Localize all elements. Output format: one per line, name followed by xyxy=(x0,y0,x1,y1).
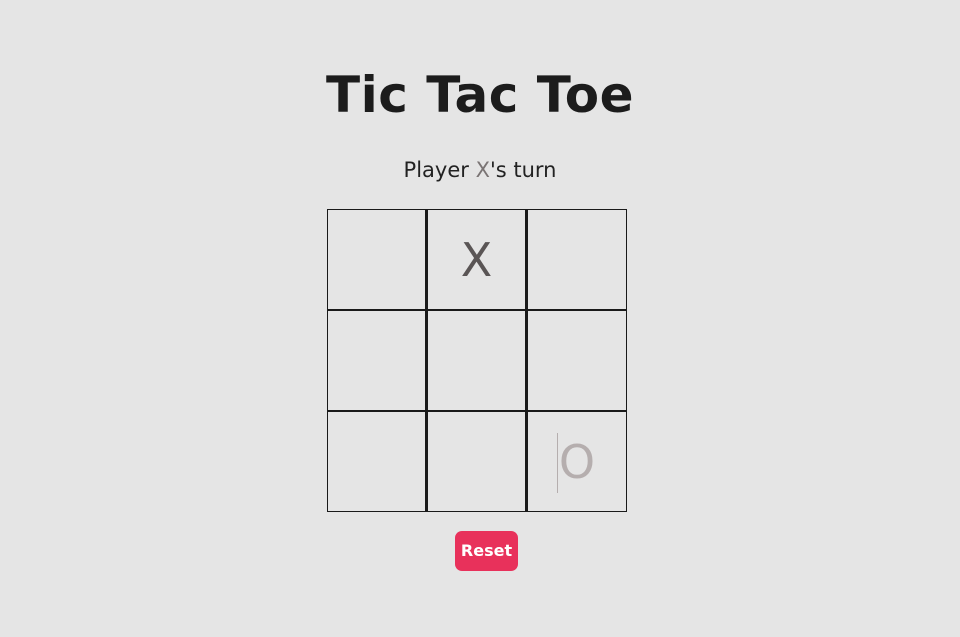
board-cell-5[interactable] xyxy=(527,310,627,411)
board-cell-3[interactable] xyxy=(327,310,427,411)
game-title: Tic Tac Toe xyxy=(326,66,634,124)
board-cell-1[interactable]: X xyxy=(427,209,527,310)
reset-button[interactable]: Reset xyxy=(455,531,518,571)
game-board: X O xyxy=(327,209,627,513)
board-cell-7[interactable] xyxy=(427,411,527,512)
board-cell-0[interactable] xyxy=(327,209,427,310)
status-suffix: 's turn xyxy=(489,158,557,182)
current-player: X xyxy=(475,158,490,182)
tic-tac-toe-app: Tic Tac Toe Player X's turn X O Reset xyxy=(0,0,960,637)
hover-caret xyxy=(557,433,558,493)
board-cell-6[interactable] xyxy=(327,411,427,512)
turn-status: Player X's turn xyxy=(0,155,960,185)
status-prefix: Player xyxy=(403,158,476,182)
board-cell-8[interactable]: O xyxy=(527,411,627,512)
board-cell-4[interactable] xyxy=(427,310,527,411)
board-cell-2[interactable] xyxy=(527,209,627,310)
